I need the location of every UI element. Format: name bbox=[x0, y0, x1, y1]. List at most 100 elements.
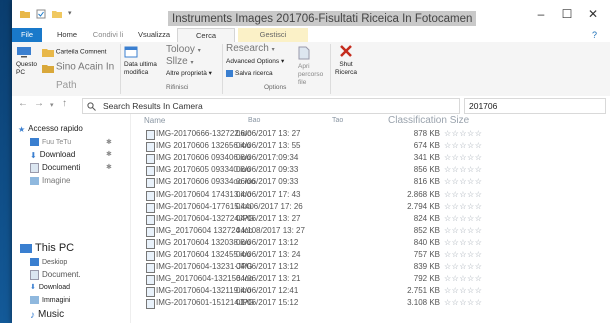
file-date: 06/06/2017:09:34 bbox=[236, 153, 299, 163]
table-row[interactable]: IMG_20170604 132724.ioo 04/108/2017 13: 2… bbox=[146, 226, 606, 237]
close-search-button[interactable]: Shut Ricerca bbox=[334, 44, 358, 77]
type-button[interactable]: Tolooy ▾ bbox=[166, 44, 201, 55]
pin-icon[interactable]: ✱ bbox=[106, 150, 112, 158]
file-size: 757 KB bbox=[413, 250, 440, 259]
nav-item-1[interactable]: ⬇ Download bbox=[30, 150, 75, 160]
column-header-date[interactable]: Bao bbox=[248, 114, 260, 128]
advanced-options-button[interactable]: Advanced Options ▾ bbox=[226, 58, 284, 66]
rating-stars[interactable]: ☆☆☆☆☆ bbox=[444, 214, 482, 223]
dropdown-icon[interactable]: ▾ bbox=[68, 9, 78, 19]
table-row[interactable]: IMG-20170604-177615.ioo 04406/2017 17: 26… bbox=[146, 202, 606, 213]
rating-stars[interactable]: ☆☆☆☆☆ bbox=[444, 250, 482, 259]
rating-stars[interactable]: ☆☆☆☆☆ bbox=[444, 202, 482, 211]
pin-icon[interactable]: ✱ bbox=[106, 163, 112, 171]
tab-view[interactable]: Vsualizza bbox=[134, 28, 174, 42]
tab-share[interactable]: Condivi li bbox=[88, 28, 128, 42]
star-icon: ★ bbox=[18, 124, 26, 134]
checkbox-icon[interactable] bbox=[36, 9, 46, 19]
dropdown-icon: ▾ bbox=[197, 48, 201, 54]
rating-stars[interactable]: ☆☆☆☆☆ bbox=[444, 177, 482, 186]
table-row[interactable]: IMG 20170606 132656.ioo 04/06/2017 13: 55… bbox=[146, 141, 606, 153]
nav-this-pc[interactable]: This PC bbox=[20, 242, 74, 254]
recent-searches-button[interactable]: Research ▾ bbox=[226, 44, 275, 54]
rating-stars[interactable]: ☆☆☆☆☆ bbox=[444, 238, 482, 247]
table-row[interactable]: IMG-20170604-13231·JPG 04/06/2017 13:12 83… bbox=[146, 262, 606, 274]
minimize-button[interactable]: – bbox=[528, 4, 554, 24]
recent-locations-icon[interactable]: ▾ bbox=[50, 101, 54, 109]
pc-item-0[interactable]: Deskiop bbox=[30, 258, 67, 266]
pc-item-1[interactable]: Document. bbox=[30, 270, 81, 280]
table-row[interactable]: IMG 20170606 09334oo.ioo 06/06/2017 09:33… bbox=[146, 177, 606, 189]
new-folder-icon[interactable] bbox=[52, 9, 62, 19]
nav-item-2[interactable]: Documenti bbox=[30, 163, 80, 173]
options-group-label: Options bbox=[264, 84, 287, 91]
up-arrow-icon[interactable]: ↑ bbox=[62, 98, 67, 109]
open-location-button[interactable]: Apri percorso file bbox=[298, 46, 328, 87]
subfolders-button[interactable]: Sino Acain In bbox=[42, 62, 114, 74]
download-icon: ⬇ bbox=[30, 150, 37, 160]
rating-stars[interactable]: ☆☆☆☆☆ bbox=[444, 274, 482, 283]
column-header-name[interactable]: Name bbox=[144, 114, 165, 128]
rating-stars[interactable]: ☆☆☆☆☆ bbox=[444, 153, 482, 162]
help-icon[interactable]: ? bbox=[592, 30, 604, 40]
rating-stars[interactable]: ☆☆☆☆☆ bbox=[444, 262, 482, 271]
tab-file[interactable]: File bbox=[12, 28, 42, 42]
rating-stars[interactable]: ☆☆☆☆☆ bbox=[444, 129, 482, 138]
file-location-icon bbox=[298, 46, 310, 60]
rating-stars[interactable]: ☆☆☆☆☆ bbox=[444, 298, 482, 307]
table-row[interactable]: IMG 20170605 093340.ioo 06/06/2017 09:33 8… bbox=[146, 165, 606, 177]
tab-search[interactable]: Cerca bbox=[177, 28, 235, 43]
image-file-icon bbox=[146, 299, 155, 310]
pc-item-label: Download bbox=[38, 283, 71, 291]
column-header-size[interactable]: Classification Size bbox=[388, 114, 469, 128]
other-properties-button[interactable]: Altre proprietà ▾ bbox=[166, 70, 212, 78]
image-file-icon bbox=[146, 130, 155, 140]
type-label: Tolooy bbox=[166, 44, 195, 55]
table-row[interactable]: IMG-20170604-132724JPG 04/06/2017 13: 27 8… bbox=[146, 214, 606, 225]
nav-item-3[interactable]: Imagine bbox=[30, 176, 70, 185]
address-bar[interactable]: Search Results In Camera bbox=[82, 98, 460, 114]
search-input[interactable]: 201706 bbox=[464, 98, 606, 114]
file-date: 04/06/2017 17: 43 bbox=[236, 189, 301, 199]
pc-item-2[interactable]: ⬇ Download bbox=[30, 283, 70, 291]
table-row[interactable]: IMG-20170666-132722.ioo 06/06/2017 13: 27… bbox=[146, 129, 606, 140]
date-modified-label: Data ultima modifica bbox=[124, 61, 157, 76]
save-search-button[interactable]: Salva ricerca bbox=[226, 70, 273, 78]
pc-item-3[interactable]: Immagini bbox=[30, 296, 70, 304]
nav-quick-access[interactable]: ★ Accesso rapido bbox=[18, 124, 83, 134]
image-file-icon bbox=[146, 251, 155, 261]
table-row[interactable]: IMG 20170604 132455 ioo 04/06/2017 13: 24… bbox=[146, 250, 606, 261]
path-group-label: Path bbox=[56, 80, 77, 91]
back-arrow-icon[interactable]: ← bbox=[18, 98, 28, 109]
table-row[interactable]: IMG 20170606 093406.ioo 06/06/2017:09:34 3… bbox=[146, 153, 606, 165]
tab-home[interactable]: Home bbox=[50, 28, 84, 42]
rating-stars[interactable]: ☆☆☆☆☆ bbox=[444, 190, 482, 199]
search-value: 201706 bbox=[469, 101, 498, 111]
rating-stars[interactable]: ☆☆☆☆☆ bbox=[444, 226, 482, 235]
file-date: 04/06/2017 13: 21 bbox=[236, 274, 301, 284]
tab-manage[interactable]: Gestisci bbox=[238, 28, 308, 42]
rating-stars[interactable]: ☆☆☆☆☆ bbox=[444, 141, 482, 150]
close-button[interactable]: ✕ bbox=[580, 4, 606, 24]
table-row[interactable]: IMG_20170604-132156.ioo 04/06/2017 13: 21… bbox=[146, 274, 606, 286]
pin-icon[interactable]: ✱ bbox=[106, 138, 112, 146]
forward-arrow-icon[interactable]: → bbox=[34, 98, 44, 109]
table-row[interactable]: IMG-20170601-151214JPG 01/06/2017 15:12 3.… bbox=[146, 298, 606, 310]
table-row[interactable]: IMG-20170604 174313.ioo 04/06/2017 17: 43… bbox=[146, 189, 606, 201]
table-row[interactable]: IMG-20170604-132119.ioo 04/06/2017 12:41 2… bbox=[146, 286, 606, 298]
date-modified-button[interactable]: Data ultima modifica bbox=[124, 46, 162, 77]
computer-icon bbox=[20, 243, 32, 253]
nav-item-0[interactable]: Fuu TeTu bbox=[30, 138, 71, 146]
size-button[interactable]: Sllze ▾ bbox=[166, 57, 193, 67]
folder-icon bbox=[42, 49, 54, 57]
column-header-type[interactable]: Tao bbox=[332, 114, 343, 128]
rating-stars[interactable]: ☆☆☆☆☆ bbox=[444, 165, 482, 174]
rating-stars[interactable]: ☆☆☆☆☆ bbox=[444, 286, 482, 295]
pc-item-4[interactable]: ♪ Music bbox=[30, 309, 64, 321]
this-pc-button[interactable]: Questo PC bbox=[16, 46, 38, 77]
image-file-icon bbox=[146, 142, 155, 153]
table-row[interactable]: IMG 20170604 132038.ioo 06/06/2017 13:12 8… bbox=[146, 238, 606, 249]
current-folder-button[interactable]: Carteila Comnent bbox=[42, 46, 106, 58]
maximize-button[interactable]: ☐ bbox=[554, 4, 580, 24]
pictures-icon bbox=[30, 296, 39, 304]
